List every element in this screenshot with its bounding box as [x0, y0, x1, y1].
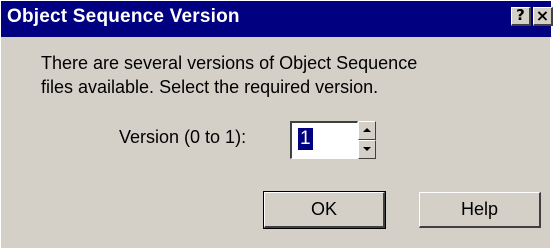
- spin-down-button[interactable]: [358, 140, 376, 159]
- arrow-up-icon: [363, 128, 371, 132]
- help-caption-button[interactable]: ?: [511, 7, 531, 26]
- arrow-down-icon: [363, 147, 371, 151]
- help-button[interactable]: Help: [419, 192, 541, 228]
- version-label: Version (0 to 1):: [119, 127, 247, 147]
- version-input[interactable]: 1: [290, 121, 358, 159]
- window-title: Object Sequence Version: [7, 6, 240, 27]
- message-text: There are several versions of Object Seq…: [41, 51, 417, 99]
- version-value[interactable]: 1: [298, 128, 313, 150]
- message-line-1: There are several versions of Object Seq…: [41, 53, 418, 73]
- message-line-2: files available. Select the required ver…: [41, 77, 379, 97]
- spin-up-button[interactable]: [358, 121, 376, 140]
- title-bar[interactable]: Object Sequence Version ? ×: [1, 1, 553, 37]
- ok-button[interactable]: OK: [263, 191, 386, 229]
- close-button[interactable]: ×: [533, 7, 553, 26]
- object-sequence-version-dialog: Object Sequence Version ? × There are se…: [0, 0, 553, 248]
